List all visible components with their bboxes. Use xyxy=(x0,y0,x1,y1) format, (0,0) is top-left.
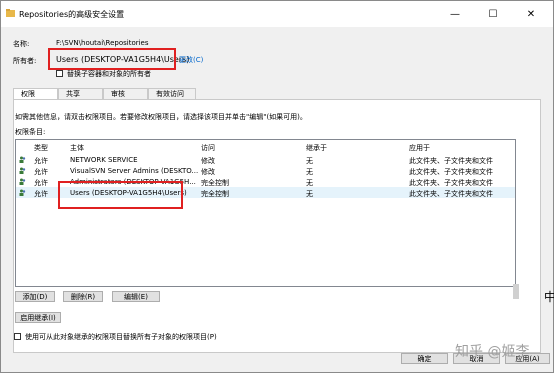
close-button[interactable]: ✕ xyxy=(511,1,551,27)
users-icon xyxy=(19,167,26,174)
table-row[interactable]: 允许 VisualSVN Server Admins (DESKTO... 修改… xyxy=(16,165,515,176)
scrollbar-thumb[interactable] xyxy=(513,284,519,299)
minimize-button[interactable]: — xyxy=(435,1,475,27)
remove-button[interactable]: 删除(R) xyxy=(63,291,103,302)
users-icon xyxy=(19,156,26,163)
tab-sharing[interactable]: 共享 xyxy=(58,88,103,99)
list-header: 类型 主体 访问 继承于 应用于 xyxy=(16,140,515,153)
permission-entries-label: 权限条目: xyxy=(15,128,46,136)
users-icon xyxy=(19,178,26,185)
folder-icon xyxy=(6,9,15,17)
replace-child-permissions-checkbox[interactable] xyxy=(14,333,21,340)
ok-button[interactable]: 确定 xyxy=(401,353,448,364)
advanced-security-window: Repositories的高级安全设置 — ☐ ✕ 名称: F:\SVN\hou… xyxy=(0,0,554,373)
column-principal[interactable]: 主体 xyxy=(70,143,84,153)
replace-owner-label: 替换子容器和对象的所有者 xyxy=(67,70,151,78)
row-principal: NETWORK SERVICE xyxy=(70,156,138,164)
name-label: 名称: xyxy=(13,40,30,48)
row-access: 完全控制 xyxy=(201,190,229,198)
change-owner-link[interactable]: 更改(C) xyxy=(179,55,203,65)
users-icon xyxy=(19,189,26,196)
table-row[interactable]: 允许 NETWORK SERVICE 修改 无 此文件夹、子文件夹和文件 xyxy=(16,154,515,165)
column-type[interactable]: 类型 xyxy=(34,143,48,153)
window-title: Repositories的高级安全设置 xyxy=(19,10,125,19)
replace-owner-checkbox[interactable] xyxy=(56,70,63,77)
row-principal: VisualSVN Server Admins (DESKTO... xyxy=(70,167,199,175)
row-inherited: 无 xyxy=(306,190,313,198)
tab-auditing[interactable]: 审核 xyxy=(103,88,148,99)
column-access[interactable]: 访问 xyxy=(201,143,215,153)
column-applies-to[interactable]: 应用于 xyxy=(409,143,430,153)
title-bar: Repositories的高级安全设置 — ☐ ✕ xyxy=(1,1,553,27)
ime-indicator: 中 xyxy=(544,290,554,304)
permission-entries-list[interactable]: 类型 主体 访问 继承于 应用于 允许 NETWORK SERVICE 修改 无… xyxy=(15,139,516,287)
permissions-info-text: 如需其他信息，请双击权限项目。若要修改权限项目，请选择该项目并单击"编辑"(如果… xyxy=(15,113,307,121)
name-value: F:\SVN\houtai\Repositories xyxy=(56,39,149,47)
row-type: 允许 xyxy=(34,190,48,198)
column-inherited-from[interactable]: 继承于 xyxy=(306,143,327,153)
replace-child-permissions-label: 使用可从此对象继承的权限项目替换所有子对象的权限项目(P) xyxy=(25,333,217,341)
owner-highlight-box xyxy=(48,48,176,70)
edit-button[interactable]: 编辑(E) xyxy=(112,291,160,302)
tab-effective-access[interactable]: 有效访问 xyxy=(148,88,196,99)
add-button[interactable]: 添加(D) xyxy=(15,291,55,302)
users-highlight-box xyxy=(58,181,183,209)
row-applies: 此文件夹、子文件夹和文件 xyxy=(409,190,493,198)
enable-inheritance-button[interactable]: 启用继承(I) xyxy=(15,312,61,323)
watermark: 知乎 @姬李 xyxy=(455,344,530,360)
owner-label: 所有者: xyxy=(13,57,37,65)
maximize-button[interactable]: ☐ xyxy=(473,1,513,27)
